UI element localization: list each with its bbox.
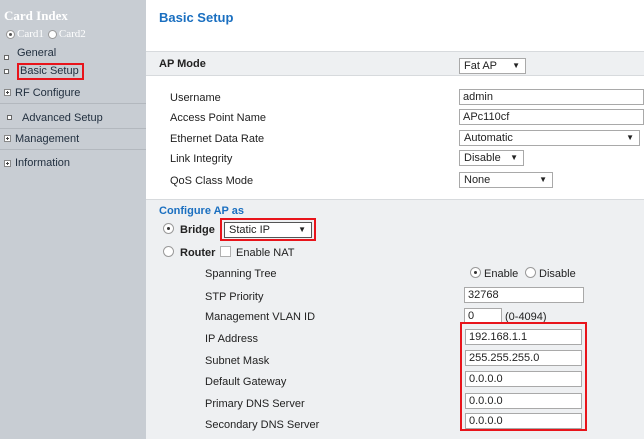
card2-label: Card2	[58, 28, 86, 40]
stp-priority-label: STP Priority	[205, 291, 264, 303]
sidebar-item-label: Advanced Setup	[22, 111, 103, 124]
qos-value: None	[464, 174, 491, 186]
card1-label: Card1	[17, 28, 44, 40]
bridge-radio[interactable]	[163, 223, 174, 234]
spanning-enable-radio[interactable]	[470, 267, 481, 278]
ip-address-field[interactable]: 192.168.1.1	[465, 329, 582, 345]
card2-radio[interactable]	[47, 29, 57, 39]
ap-name-field[interactable]: APc110cf	[459, 109, 644, 125]
page-title: Basic Setup	[159, 10, 234, 25]
sidebar-item-basic-setup[interactable]: Basic Setup	[4, 63, 84, 80]
sidebar-item-label: RF Configure	[15, 86, 81, 99]
qos-select[interactable]: None ▼	[459, 172, 553, 188]
ap-mode-select[interactable]: Fat AP ▼	[459, 58, 526, 74]
sidebar-item-label: General	[17, 47, 57, 59]
enable-nat-label: Enable NAT	[236, 247, 295, 259]
router-label: Router	[180, 247, 216, 259]
ap-mode-label: AP Mode	[159, 58, 206, 70]
card1-radio[interactable]	[6, 29, 15, 39]
sidebar: Card Index Card1 Card2 General Basic Set…	[0, 0, 146, 439]
bridge-mode-value: Static IP	[229, 224, 270, 236]
card-index-title: Card Index	[4, 8, 68, 23]
primary-dns-label: Primary DNS Server	[205, 398, 305, 410]
spanning-disable-radio[interactable]	[525, 267, 536, 278]
sidebar-item-label: Information	[15, 157, 71, 169]
bridge-mode-select[interactable]: Static IP ▼	[224, 222, 312, 238]
card-selector: Card1 Card2	[6, 28, 86, 40]
link-integrity-label: Link Integrity	[170, 153, 233, 165]
spanning-tree-label: Spanning Tree	[205, 268, 277, 280]
ethernet-rate-label: Ethernet Data Rate	[170, 133, 265, 145]
sidebar-item-information[interactable]: Information	[0, 152, 146, 174]
sidebar-item-rf-configure[interactable]: RF Configure	[0, 82, 146, 104]
default-gateway-label: Default Gateway	[205, 376, 287, 388]
bullet-icon	[4, 54, 9, 60]
ethernet-rate-select[interactable]: Automatic ▼	[459, 130, 640, 146]
expand-icon[interactable]	[4, 135, 11, 142]
primary-dns-field[interactable]: 0.0.0.0	[465, 393, 582, 409]
expand-icon[interactable]	[4, 89, 11, 96]
link-integrity-select[interactable]: Disable ▼	[459, 150, 524, 166]
qos-label: QoS Class Mode	[170, 175, 254, 187]
ap-mode-value: Fat AP	[464, 60, 498, 72]
vlan-label: Management VLAN ID	[205, 311, 316, 323]
dropdown-arrow-icon: ▼	[626, 133, 634, 142]
default-gateway-field[interactable]: 0.0.0.0	[465, 371, 582, 387]
username-field[interactable]: admin	[459, 89, 644, 105]
dropdown-arrow-icon: ▼	[510, 153, 518, 162]
sidebar-item-label: Basic Setup	[17, 63, 84, 80]
expand-icon[interactable]	[4, 159, 11, 167]
stp-priority-field[interactable]: 32768	[464, 287, 584, 303]
subnet-mask-label: Subnet Mask	[205, 355, 270, 367]
ap-name-label: Access Point Name	[170, 112, 266, 124]
bullet-icon	[4, 69, 9, 74]
sidebar-item-management[interactable]: Management	[0, 128, 146, 150]
router-radio[interactable]	[163, 246, 174, 257]
bridge-label: Bridge	[180, 224, 215, 236]
sidebar-item-label: Management	[15, 132, 80, 145]
spanning-enable-label: Enable	[484, 268, 519, 280]
link-integrity-value: Disable	[464, 152, 501, 164]
secondary-dns-label: Secondary DNS Server	[205, 419, 320, 431]
sidebar-item-general[interactable]: General	[4, 47, 56, 63]
dropdown-arrow-icon: ▼	[539, 175, 547, 184]
configure-title: Configure AP as	[159, 205, 244, 217]
ethernet-rate-value: Automatic	[464, 132, 513, 144]
dropdown-arrow-icon: ▼	[298, 225, 306, 234]
dropdown-arrow-icon: ▼	[512, 61, 520, 70]
enable-nat-checkbox[interactable]	[220, 246, 231, 257]
ip-address-label: IP Address	[205, 333, 258, 345]
username-label: Username	[170, 92, 221, 104]
spanning-disable-label: Disable	[539, 268, 576, 280]
secondary-dns-field[interactable]: 0.0.0.0	[465, 413, 582, 429]
subnet-mask-field[interactable]: 255.255.255.0	[465, 350, 582, 366]
sidebar-item-advanced-setup[interactable]: Advanced Setup	[0, 107, 146, 129]
bullet-icon	[7, 115, 12, 120]
ap-mode-row: AP Mode	[146, 51, 644, 76]
